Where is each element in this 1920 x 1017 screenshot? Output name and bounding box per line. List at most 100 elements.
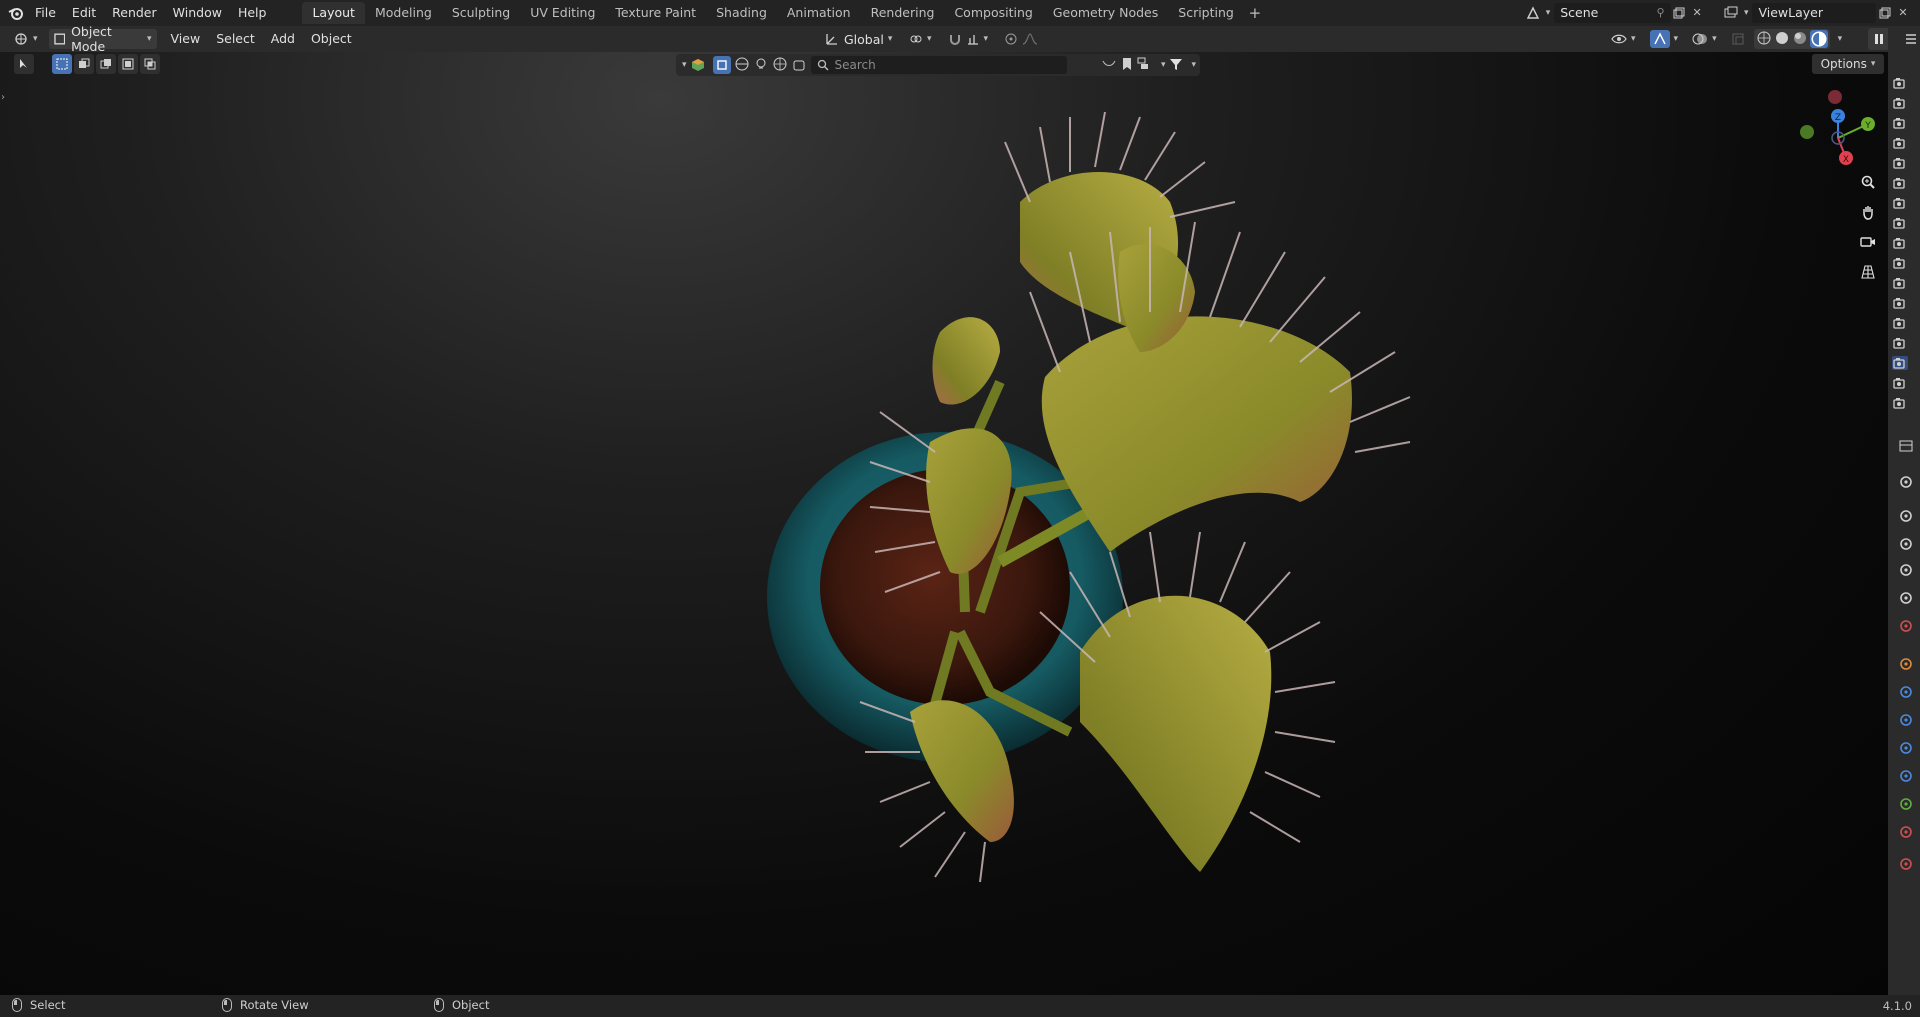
world-filter-icon[interactable] (772, 56, 788, 75)
render-camera-icon[interactable] (1892, 116, 1908, 130)
render-camera-icon[interactable] (1892, 156, 1908, 170)
tab-geometry-nodes[interactable]: Geometry Nodes (1043, 2, 1168, 24)
render-camera-icon[interactable] (1892, 96, 1908, 110)
light-filter-icon[interactable] (753, 56, 769, 75)
wireframe-shading-icon[interactable] (1756, 30, 1772, 49)
menu-view[interactable]: View (163, 29, 209, 49)
render-icon[interactable] (1898, 508, 1914, 524)
display-mode-icon[interactable] (1137, 57, 1153, 74)
render-camera-icon[interactable] (1892, 336, 1908, 350)
rendered-shading-icon[interactable] (1809, 30, 1828, 48)
chevron-down-icon[interactable]: ▾ (682, 60, 687, 70)
output-icon[interactable] (1898, 536, 1914, 552)
add-workspace-button[interactable]: + (1244, 2, 1266, 24)
tab-rendering[interactable]: Rendering (861, 2, 945, 24)
menu-select[interactable]: Select (208, 29, 263, 49)
menu-add[interactable]: Add (263, 29, 303, 49)
scene-collection-icon[interactable] (691, 58, 705, 72)
modifier-icon[interactable] (1898, 684, 1914, 700)
object-icon[interactable] (1898, 656, 1914, 672)
scene-icon[interactable] (1524, 4, 1542, 22)
material-icon[interactable] (1898, 824, 1914, 840)
render-camera-icon[interactable] (1892, 316, 1908, 330)
data-icon[interactable] (1898, 796, 1914, 812)
options-dropdown[interactable]: Options ▾ (1812, 54, 1884, 74)
select-extend-button[interactable] (74, 54, 94, 74)
render-camera-icon[interactable] (1892, 256, 1908, 270)
world-icon[interactable] (1898, 618, 1914, 634)
render-camera-icon[interactable] (1892, 176, 1908, 190)
new-scene-icon[interactable] (1671, 4, 1689, 22)
menu-help[interactable]: Help (230, 2, 275, 24)
snap-toggle[interactable]: ▾ (943, 29, 994, 49)
pan-hand-icon[interactable] (1857, 201, 1879, 223)
navigation-gizmo[interactable]: Z Y X (1796, 82, 1888, 174)
pivot-dropdown[interactable]: ▾ (904, 29, 937, 49)
select-tool-button[interactable] (14, 54, 34, 74)
editor-type-dropdown[interactable]: ▾ (8, 29, 43, 49)
tab-compositing[interactable]: Compositing (944, 2, 1042, 24)
select-new-button[interactable] (52, 54, 72, 74)
menu-file[interactable]: File (27, 2, 64, 24)
pin-icon[interactable]: ⚲ (1657, 6, 1665, 19)
xray-toggle[interactable] (1726, 29, 1750, 49)
scene-icon[interactable] (1898, 590, 1914, 606)
blender-logo-icon[interactable] (5, 2, 27, 24)
select-intersect-button[interactable] (140, 54, 160, 74)
proportional-editing-toggle[interactable] (999, 29, 1043, 49)
view-layer-icon[interactable] (1722, 4, 1740, 22)
hand-filter-icon[interactable] (791, 56, 807, 75)
bookmark-icon[interactable] (1121, 57, 1133, 74)
close-icon[interactable]: ✕ (1688, 4, 1706, 22)
visibility-dropdown[interactable]: ▾ (1606, 29, 1641, 49)
chevron-down-icon[interactable]: ▾ (1838, 34, 1843, 44)
chevron-down-icon[interactable]: ▾ (1191, 60, 1196, 70)
render-camera-icon[interactable] (1892, 216, 1908, 230)
material-shading-icon[interactable] (1792, 30, 1808, 49)
gizmo-icon[interactable] (1649, 30, 1670, 48)
overlays-dropdown[interactable]: ▾ (1687, 29, 1722, 49)
render-camera-icon[interactable] (1892, 296, 1908, 310)
tab-shading[interactable]: Shading (706, 2, 777, 24)
toolbar-expand-icon[interactable]: › (1, 92, 5, 103)
sphere-filter-icon[interactable] (734, 56, 750, 75)
orientation-dropdown[interactable]: Global ▾ (820, 29, 898, 49)
filter-dropdown-icon[interactable] (1101, 57, 1117, 74)
pause-render-button[interactable] (1868, 28, 1890, 50)
mesh-filter-icon[interactable] (712, 55, 731, 74)
select-subtract-button[interactable] (96, 54, 116, 74)
tab-texture-paint[interactable]: Texture Paint (605, 2, 706, 24)
new-view-layer-icon[interactable] (1876, 4, 1894, 22)
scene-name-field[interactable]: Scene ⚲ (1554, 2, 1671, 23)
menu-edit[interactable]: Edit (64, 2, 104, 24)
particles-icon[interactable] (1898, 712, 1914, 728)
close-icon[interactable]: ✕ (1894, 4, 1912, 22)
camera-view-icon[interactable] (1857, 231, 1879, 253)
select-invert-button[interactable] (118, 54, 138, 74)
tab-modeling[interactable]: Modeling (365, 2, 442, 24)
physics-icon[interactable] (1898, 740, 1914, 756)
render-camera-icon[interactable] (1892, 396, 1908, 410)
mode-dropdown[interactable]: Object Mode ▾ (48, 24, 157, 54)
texture-icon[interactable] (1898, 856, 1914, 872)
properties-editor-icon[interactable] (1898, 438, 1914, 454)
render-camera-icon[interactable] (1892, 196, 1908, 210)
scene-selector[interactable]: ▾ Scene ⚲ ✕ (1524, 2, 1706, 23)
3d-viewport[interactable] (0, 52, 1888, 995)
tab-uv-editing[interactable]: UV Editing (520, 2, 605, 24)
menu-render[interactable]: Render (104, 2, 165, 24)
tab-layout[interactable]: Layout (302, 2, 365, 24)
render-camera-icon[interactable] (1892, 136, 1908, 150)
render-camera-icon[interactable] (1892, 276, 1908, 290)
zoom-icon[interactable] (1857, 171, 1879, 193)
render-camera-icon[interactable] (1892, 76, 1908, 90)
menu-window[interactable]: Window (165, 2, 230, 24)
render-camera-icon[interactable] (1892, 236, 1908, 250)
constraints-icon[interactable] (1898, 768, 1914, 784)
tool-icon[interactable] (1898, 474, 1914, 490)
gizmo-dropdown[interactable]: ▾ (1645, 29, 1684, 49)
render-camera-icon[interactable] (1892, 356, 1908, 370)
view-layer-icon[interactable] (1898, 562, 1914, 578)
outliner-toggle-icon[interactable] (1904, 32, 1918, 49)
render-camera-icon[interactable] (1892, 376, 1908, 390)
